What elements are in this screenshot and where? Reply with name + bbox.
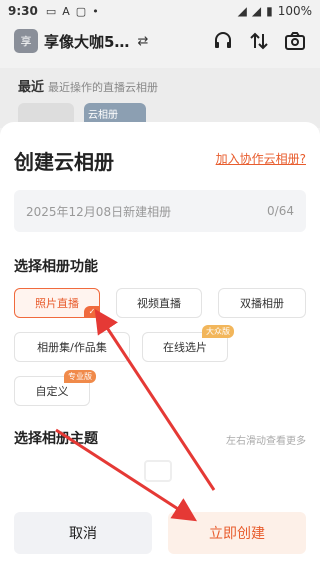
avatar[interactable]: 享 <box>14 29 38 53</box>
function-label: 在线选片 <box>163 341 207 354</box>
top-bar: 享 享像大咖5… ⇄ <box>0 22 320 60</box>
join-collab-album-link[interactable]: 加入协作云相册? <box>216 150 306 167</box>
notification-icon: A <box>62 4 70 18</box>
recent-title: 最近 <box>18 80 45 95</box>
cancel-button[interactable]: 取消 <box>14 512 152 554</box>
function-photo-live[interactable]: 照片直播 ✓ <box>14 288 100 318</box>
theme-placeholder-icon <box>144 460 172 482</box>
cloud-album-label: 云相册 <box>88 110 118 121</box>
wifi-icon: ◢ <box>237 4 247 18</box>
check-icon: ✓ <box>84 306 100 318</box>
recent-cloud-album-card[interactable]: 云相册 <box>84 103 146 123</box>
name-char-counter: 0/64 <box>267 204 294 218</box>
status-bar: 9:30 ▭ A ▢ • ◢ ◢ ▮ 100% <box>0 0 320 22</box>
theme-section-title: 选择相册主题 <box>14 431 98 447</box>
function-label: 相册集/作品集 <box>37 341 107 354</box>
recent-subtitle: 最近操作的直播云相册 <box>48 81 159 94</box>
function-dual-album[interactable]: 双播相册 <box>218 288 306 318</box>
function-label: 自定义 <box>35 385 69 398</box>
public-edition-badge: 大众版 <box>202 325 234 338</box>
headset-icon[interactable] <box>212 30 234 52</box>
dot-icon: • <box>92 4 99 18</box>
signal-icon: ◢ <box>251 4 262 18</box>
battery-level: 100% <box>277 4 312 18</box>
function-label: 视频直播 <box>137 297 181 310</box>
camera-icon[interactable] <box>284 30 306 52</box>
battery-icon: ▮ <box>266 4 273 18</box>
function-label: 照片直播 <box>35 297 79 310</box>
app-name[interactable]: 享像大咖5… <box>44 31 129 52</box>
recent-album-card[interactable] <box>18 103 74 123</box>
switch-account-icon[interactable]: ⇄ <box>137 34 148 49</box>
status-time: 9:30 <box>8 4 38 18</box>
sort-icon[interactable] <box>248 30 270 52</box>
message-icon: ▭ <box>45 4 57 18</box>
dialog-title: 创建云相册 <box>14 150 114 174</box>
album-name-input[interactable]: 2025年12月08日新建相册 0/64 <box>14 190 306 232</box>
image-icon: ▢ <box>75 4 87 18</box>
create-album-dialog: 创建云相册 加入协作云相册? 2025年12月08日新建相册 0/64 选择相册… <box>0 122 320 568</box>
recent-section: 最近 最近操作的直播云相册 云相册 <box>0 68 320 128</box>
function-section-title: 选择相册功能 <box>14 259 98 275</box>
function-label: 双播相册 <box>240 297 284 310</box>
theme-scroll-hint: 左右滑动查看更多 <box>226 436 306 447</box>
function-portfolio[interactable]: 相册集/作品集 <box>14 332 130 362</box>
function-video-live[interactable]: 视频直播 <box>116 288 202 318</box>
album-name-placeholder: 2025年12月08日新建相册 <box>26 204 172 219</box>
pro-edition-badge: 专业版 <box>64 370 96 383</box>
create-now-button[interactable]: 立即创建 <box>168 512 306 554</box>
